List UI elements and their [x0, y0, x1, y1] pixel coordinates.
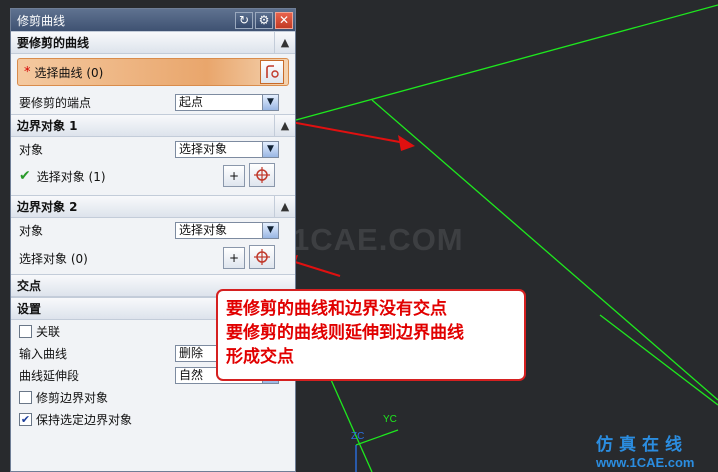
annotation-line-1: 要修剪的曲线和边界没有交点 — [226, 299, 447, 319]
axis-zc-label: ZC — [351, 431, 365, 442]
boundary2-object-row: 对象 选择对象 ▼ — [11, 218, 295, 242]
chevron-up-icon[interactable]: ▲ — [274, 115, 295, 136]
boundary1-object-dropdown[interactable]: 选择对象 ▼ — [175, 141, 279, 158]
section-boundary-1[interactable]: 边界对象 1 ▲ — [11, 114, 295, 137]
boundary2-select-label: 选择对象 (0) — [19, 251, 88, 266]
note-arrow — [291, 260, 341, 277]
section-title: 边界对象 2 — [17, 200, 78, 214]
reset-icon[interactable]: ↻ — [235, 11, 253, 29]
crosshair-icon[interactable] — [249, 163, 275, 187]
section-boundary-2[interactable]: 边界对象 2 ▲ — [11, 195, 295, 218]
extension-value: 自然 — [179, 368, 204, 382]
trim-boundary-checkbox[interactable] — [19, 390, 32, 404]
dialog-titlebar: 修剪曲线 ↻ ⚙ ✕ — [11, 9, 295, 31]
section-curve-to-trim[interactable]: 要修剪的曲线 ▲ — [11, 31, 295, 54]
trim-boundary-label: 修剪边界对象 — [36, 390, 109, 405]
boundary1-object-value: 选择对象 — [179, 142, 228, 156]
endpoint-dropdown[interactable]: 起点 ▼ — [175, 94, 279, 111]
keep-boundary-checkbox[interactable]: ✔ — [19, 412, 32, 426]
endpoint-label: 要修剪的端点 — [19, 95, 92, 110]
close-icon[interactable]: ✕ — [275, 11, 293, 29]
section-title: 边界对象 1 — [17, 119, 78, 133]
crosshair-icon[interactable] — [249, 245, 275, 269]
trim-boundary-row[interactable]: 修剪边界对象 — [11, 386, 295, 408]
add-point-icon[interactable]: + — [223, 247, 245, 269]
axis-yc-label: YC — [383, 414, 397, 425]
boundary1-select-label: 选择对象 (1) — [36, 169, 106, 184]
boundary1-object-row: 对象 选择对象 ▼ — [11, 137, 295, 161]
dialog-title: 修剪曲线 — [17, 13, 66, 28]
logo-text: 仿真在线 — [596, 435, 688, 454]
site-logo: 仿真在线 www.1CAE.com — [596, 430, 718, 472]
select-curve-label: 选择曲线 (0) — [34, 65, 104, 80]
logo-url: www.1CAE.com — [596, 455, 695, 470]
trim-curve-dialog: 修剪曲线 ↻ ⚙ ✕ 要修剪的曲线 ▲ * 选择曲线 (0) 要修剪的端点 起点… — [10, 8, 296, 472]
extension-label: 曲线延伸段 — [19, 368, 80, 383]
endpoint-row: 要修剪的端点 起点 ▼ — [11, 90, 295, 114]
associative-label: 关联 — [36, 324, 61, 339]
watermark: 1CAE.COM — [292, 222, 464, 257]
boundary-curve-top[interactable] — [295, 4, 718, 121]
keep-boundary-label: 保持选定边界对象 — [36, 412, 133, 427]
section-title: 交点 — [17, 279, 42, 293]
arrow-head-top — [398, 135, 415, 151]
annotation-callout: 要修剪的曲线和边界没有交点 要修剪的曲线则延伸到边界曲线 形成交点 — [216, 289, 526, 381]
object-label: 对象 — [19, 223, 44, 238]
section-title: 设置 — [17, 302, 42, 316]
chevron-down-icon[interactable]: ▼ — [262, 223, 278, 238]
endpoint-value: 起点 — [179, 95, 204, 109]
input-curve-value: 删除 — [179, 346, 204, 360]
input-curve-label: 输入曲线 — [19, 346, 68, 361]
annotation-line-2: 要修剪的曲线则延伸到边界曲线 — [226, 323, 464, 343]
chevron-up-icon[interactable]: ▲ — [274, 196, 295, 217]
keep-boundary-row[interactable]: ✔ 保持选定边界对象 — [11, 408, 295, 430]
annotation-line-3: 形成交点 — [226, 347, 294, 367]
select-curve-field[interactable]: * 选择曲线 (0) — [17, 58, 289, 86]
add-point-icon[interactable]: + — [223, 165, 245, 187]
associative-checkbox[interactable] — [19, 324, 32, 338]
chevron-down-icon[interactable]: ▼ — [262, 95, 278, 110]
gear-icon[interactable]: ⚙ — [255, 11, 273, 29]
check-icon: ✔ — [19, 168, 31, 184]
chevron-down-icon[interactable]: ▼ — [262, 142, 278, 157]
curve-to-trim[interactable] — [599, 314, 718, 406]
boundary2-object-dropdown[interactable]: 选择对象 ▼ — [175, 222, 279, 239]
curve-select-icon[interactable] — [260, 60, 284, 84]
boundary2-select-row[interactable]: 选择对象 (0) + — [11, 242, 295, 274]
required-star-icon: * — [24, 64, 31, 80]
section-title: 要修剪的曲线 — [17, 36, 90, 50]
boundary1-select-row[interactable]: ✔ 选择对象 (1) + — [11, 161, 295, 191]
object-label: 对象 — [19, 142, 44, 157]
boundary2-object-value: 选择对象 — [179, 223, 228, 237]
chevron-up-icon[interactable]: ▲ — [274, 32, 295, 53]
